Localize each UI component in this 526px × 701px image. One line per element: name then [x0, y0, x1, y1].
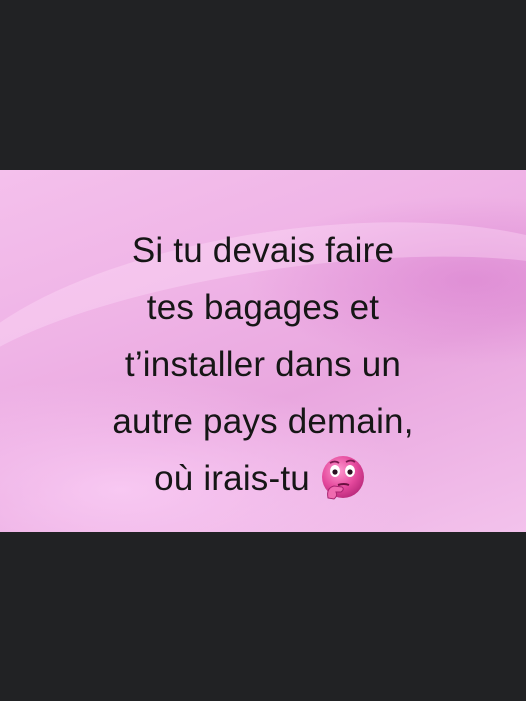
question-line-5-text: où irais-tu: [154, 459, 310, 498]
thinking-face-icon: [314, 454, 372, 500]
bottom-black-frame: [0, 532, 526, 701]
question-line-3: t’installer dans un: [124, 345, 402, 384]
top-black-frame: [0, 0, 526, 170]
question-line-1: Si tu devais faire: [131, 231, 395, 270]
question-line-4: autre pays demain,: [112, 402, 414, 441]
pink-quote-card: Si tu devais faire tes bagages et t’inst…: [0, 170, 526, 532]
question-line-2: tes bagages et: [146, 288, 380, 327]
question-line-5: où irais-tu: [0, 450, 526, 507]
question-text: Si tu devais faire tes bagages et t’inst…: [0, 222, 526, 507]
